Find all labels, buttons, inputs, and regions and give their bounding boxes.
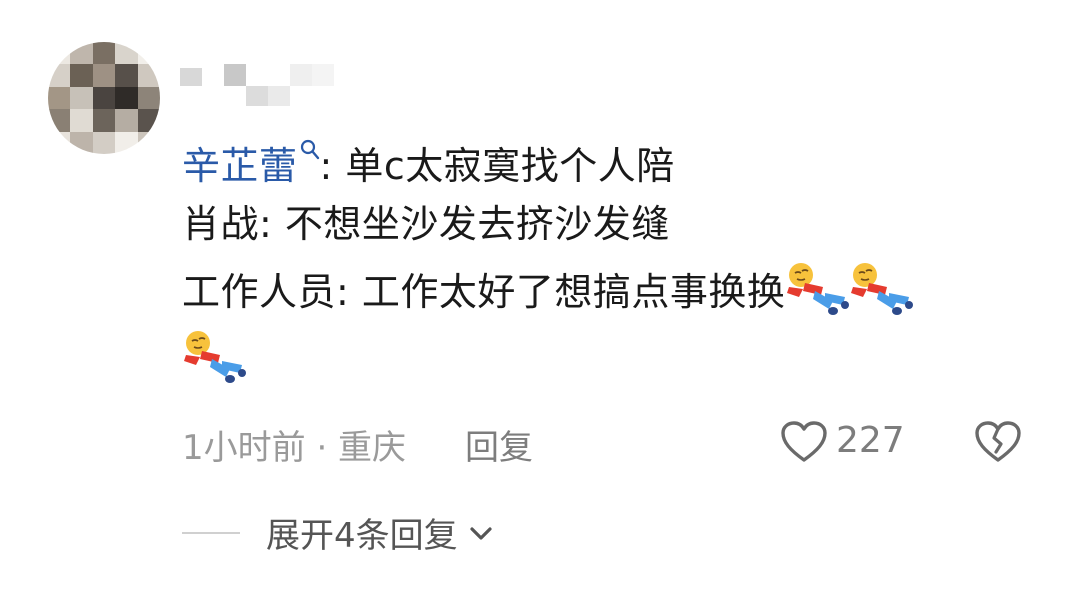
comment-line-2-text: 肖战: 不想坐沙发去挤沙发缝 (182, 202, 670, 246)
chevron-down-icon[interactable] (466, 518, 496, 548)
lying-down-emoji-icon (785, 261, 850, 319)
comment-meta: 1小时前 · 重庆 (182, 428, 407, 468)
search-icon[interactable] (300, 122, 320, 190)
mention-link[interactable]: 辛芷蕾 (182, 144, 298, 188)
lying-down-emoji-icon (849, 261, 914, 319)
comment-item: 辛芷蕾 : 单c太寂寞找个人陪 肖战: 不想坐沙发去挤沙发缝 工作人员: 工作太… (0, 0, 1080, 589)
expand-replies[interactable]: 展开4条回复 (182, 508, 496, 557)
comment-line-1-text: : 单c太寂寞找个人陪 (319, 144, 675, 188)
username-blurred[interactable] (180, 60, 340, 106)
comment-line-1: 辛芷蕾 : 单c太寂寞找个人陪 (182, 122, 1042, 190)
avatar[interactable] (48, 42, 160, 154)
like-count: 227 (836, 420, 905, 461)
comment-line-3-text: 工作人员: 工作太好了想搞点事换换 (182, 270, 786, 314)
lying-down-emoji-icon (182, 329, 246, 387)
divider (182, 531, 240, 534)
expand-replies-label[interactable]: 展开4条回复 (266, 508, 458, 557)
comment-line-4 (182, 326, 1042, 394)
comment-line-2: 肖战: 不想坐沙发去挤沙发缝 (182, 190, 1042, 258)
comment-line-3: 工作人员: 工作太好了想搞点事换换 (182, 258, 1042, 326)
broken-heart-icon[interactable] (974, 420, 1022, 464)
comment-text: 辛芷蕾 : 单c太寂寞找个人陪 肖战: 不想坐沙发去挤沙发缝 工作人员: 工作太… (182, 122, 1042, 394)
heart-icon[interactable] (780, 420, 828, 464)
reply-button[interactable]: 回复 (465, 420, 533, 469)
